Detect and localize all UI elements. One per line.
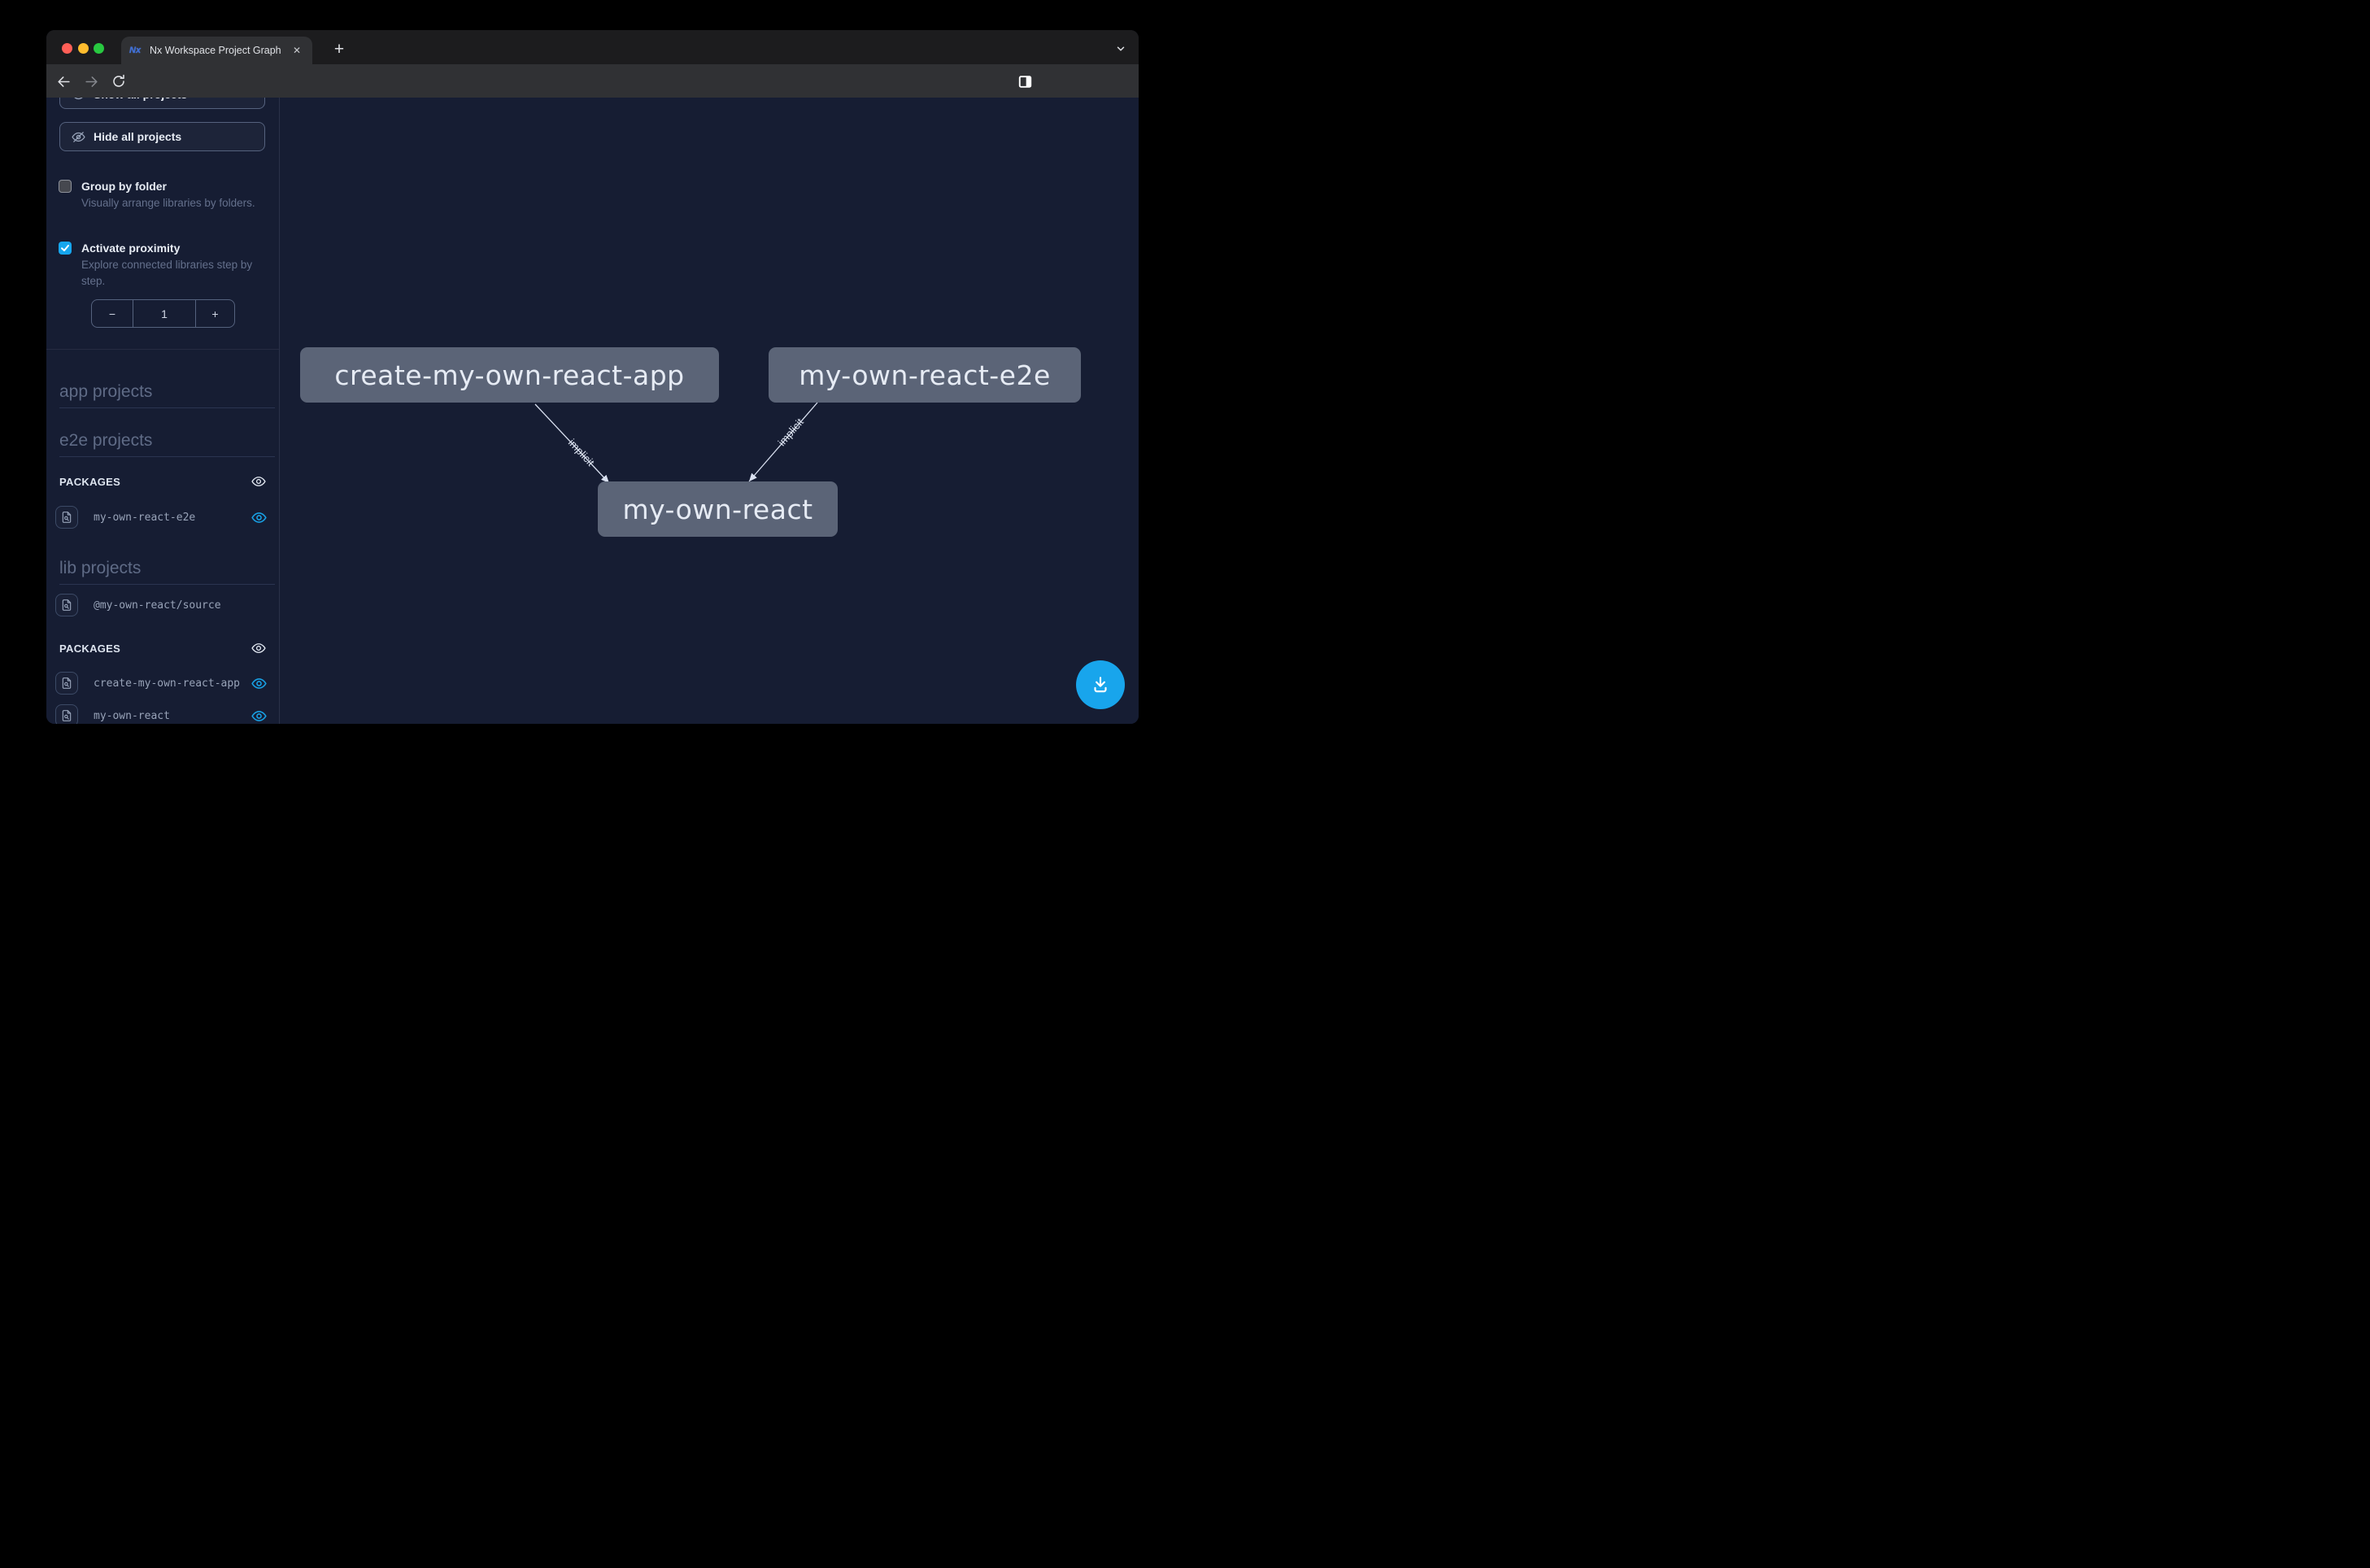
download-icon [1090, 674, 1111, 695]
project-visibility-eye-icon[interactable] [251, 675, 267, 691]
edge-create-app-to-my-own-react [535, 404, 609, 483]
nx-graph-app: Show all projects Hide all projects Grou… [46, 98, 1139, 724]
node-label: my-own-react [622, 494, 813, 525]
document-search-icon [60, 599, 73, 612]
forward-button[interactable] [82, 72, 100, 90]
maximize-window-button[interactable] [94, 43, 104, 54]
edge-e2e-to-my-own-react [749, 403, 817, 481]
graph-node-create-my-own-react-app[interactable]: create-my-own-react-app [300, 347, 719, 403]
back-button[interactable] [54, 72, 72, 90]
tab-close-icon[interactable]: ✕ [290, 43, 304, 58]
focus-project-button[interactable] [55, 672, 78, 695]
new-tab-button[interactable]: + [327, 37, 351, 62]
project-name[interactable]: my-own-react [94, 710, 170, 722]
eye-icon [72, 98, 85, 102]
section-e2e-projects: e2e projects [59, 431, 275, 457]
section-app-projects: app projects [59, 382, 275, 408]
activate-proximity-description: Explore connected libraries step by step… [81, 257, 259, 289]
increment-button[interactable]: + [196, 300, 234, 327]
project-name[interactable]: my-own-react-e2e [94, 512, 195, 524]
download-graph-button[interactable] [1076, 660, 1125, 709]
show-all-projects-button[interactable]: Show all projects [59, 98, 265, 109]
reload-button[interactable] [110, 72, 128, 90]
section-lib-projects: lib projects [59, 559, 275, 585]
toggle-all-e2e-packages-eye-icon[interactable] [251, 473, 267, 490]
focus-project-button[interactable] [55, 594, 78, 616]
document-search-icon [60, 511, 73, 524]
activate-proximity-label[interactable]: Activate proximity [81, 242, 180, 255]
browser-tab[interactable]: Nx Nx Workspace Project Graph ✕ [121, 37, 312, 64]
hide-all-projects-label: Hide all projects [94, 130, 181, 143]
group-by-folder-label[interactable]: Group by folder [81, 180, 167, 193]
document-search-icon [60, 677, 73, 690]
node-label: my-own-react-e2e [799, 359, 1051, 391]
side-panel-icon[interactable] [1016, 72, 1034, 90]
graph-node-my-own-react[interactable]: my-own-react [598, 481, 838, 537]
browser-toolbar: 127.0.0.1:4211/projects Guest [46, 64, 1139, 98]
browser-window: Nx Nx Workspace Project Graph ✕ + 127.0.… [46, 30, 1139, 724]
hide-all-projects-button[interactable]: Hide all projects [59, 122, 265, 151]
tab-search-chevron-icon[interactable] [1111, 39, 1131, 59]
document-search-icon [60, 709, 73, 722]
nx-favicon-icon: Nx [129, 45, 143, 56]
sidebar-divider [46, 349, 280, 350]
graph-node-my-own-react-e2e[interactable]: my-own-react-e2e [769, 347, 1081, 403]
activate-proximity-checkbox[interactable] [59, 242, 72, 255]
group-by-folder-description: Visually arrange libraries by folders. [81, 195, 259, 211]
show-all-projects-label: Show all projects [94, 98, 187, 101]
project-name[interactable]: @my-own-react/source [94, 599, 221, 612]
focus-project-button[interactable] [55, 704, 78, 724]
focus-project-button[interactable] [55, 506, 78, 529]
eye-off-icon [72, 130, 85, 144]
toggle-all-lib-packages-eye-icon[interactable] [251, 640, 267, 656]
packages-heading-e2e: PACKAGES [59, 476, 120, 488]
proximity-stepper: − 1 + [91, 299, 235, 328]
close-window-button[interactable] [62, 43, 72, 54]
sidebar: Show all projects Hide all projects Grou… [46, 98, 280, 724]
proximity-value: 1 [133, 300, 196, 327]
project-visibility-eye-icon[interactable] [251, 509, 267, 525]
node-label: create-my-own-react-app [334, 359, 684, 391]
tab-strip: Nx Nx Workspace Project Graph ✕ + [46, 30, 1139, 64]
packages-heading-lib: PACKAGES [59, 642, 120, 655]
project-visibility-eye-icon[interactable] [251, 708, 267, 724]
group-by-folder-checkbox[interactable] [59, 180, 72, 193]
edge-label: implicit [776, 416, 807, 448]
decrement-button[interactable]: − [92, 300, 133, 327]
check-icon [60, 243, 70, 253]
edge-label: implicit [566, 437, 597, 469]
tab-title: Nx Workspace Project Graph [150, 45, 283, 56]
minimize-window-button[interactable] [78, 43, 89, 54]
project-name[interactable]: create-my-own-react-app [94, 677, 240, 690]
